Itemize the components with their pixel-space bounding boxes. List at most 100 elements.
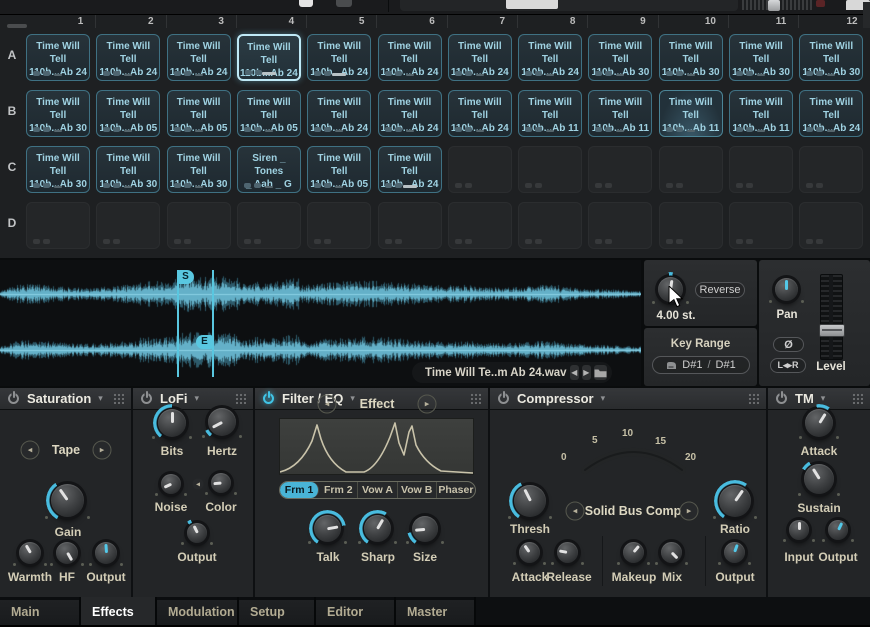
talk-knob[interactable] — [314, 515, 341, 542]
tm-input-knob[interactable] — [789, 520, 809, 540]
pan-knob[interactable] — [775, 278, 798, 301]
pad-C3[interactable]: Time Will Tell110b...Ab 30 — [167, 146, 231, 193]
start-marker-flag[interactable]: S — [177, 270, 194, 284]
tm-attack-knob[interactable] — [805, 409, 833, 437]
pad-A7[interactable]: Time Will Tell110b...Ab 24 — [448, 34, 512, 81]
drag-handle-icon[interactable] — [748, 393, 759, 404]
makeup-knob[interactable] — [623, 542, 644, 563]
drag-handle-icon[interactable] — [470, 393, 481, 404]
sharp-knob[interactable] — [364, 515, 391, 542]
tab-modulation[interactable]: Modulation — [157, 597, 239, 625]
pad-D10[interactable] — [659, 202, 723, 249]
color-knob[interactable] — [211, 473, 231, 493]
record-indicator[interactable] — [816, 0, 825, 7]
start-marker-line[interactable] — [177, 270, 179, 377]
pad-B3[interactable]: Time Will Tell110b...Ab 05 — [167, 90, 231, 137]
end-marker-flag[interactable]: E — [196, 335, 213, 349]
pad-A4[interactable]: Time Will Tell110b...Ab 24 — [237, 34, 301, 81]
pad-D4[interactable] — [237, 202, 301, 249]
tm-sustain-knob[interactable] — [804, 464, 834, 494]
reverse-button[interactable]: Reverse — [695, 282, 745, 298]
phase-invert-button[interactable]: Ø — [773, 337, 804, 352]
power-icon[interactable] — [497, 392, 510, 405]
next-mode-button[interactable]: ▸ — [680, 502, 699, 521]
folder-icon[interactable] — [594, 365, 607, 380]
pad-B10[interactable]: Time Will Tell110b...Ab 11 — [659, 90, 723, 137]
pad-C9[interactable] — [588, 146, 652, 193]
pad-B1[interactable]: Time Will Tell110b...Ab 30 — [26, 90, 90, 137]
master-level-handle[interactable] — [768, 0, 780, 11]
power-icon[interactable] — [262, 392, 275, 405]
gain-knob[interactable] — [51, 484, 84, 517]
next-mode-button[interactable]: ▸ — [418, 395, 437, 414]
pad-D1[interactable] — [26, 202, 90, 249]
pad-A5[interactable]: Time Will Tell110b...Ab 24 — [307, 34, 371, 81]
waveform-display[interactable]: S E Time Will Te..m Ab 24.wav ◀ ▶ — [0, 260, 641, 386]
noise-color-link[interactable]: ◂ — [193, 479, 204, 490]
drag-handle-icon[interactable] — [852, 393, 863, 404]
pad-A12[interactable]: Time Will Tell110b...Ab 30 — [799, 34, 863, 81]
pad-C2[interactable]: Time Will Tell110b...Ab 30 — [96, 146, 160, 193]
pad-A3[interactable]: Time Will Tell110b...Ab 24 — [167, 34, 231, 81]
power-icon[interactable] — [140, 392, 153, 405]
pad-B11[interactable]: Time Will Tell110b...Ab 11 — [729, 90, 793, 137]
pad-B4[interactable]: Time Will Tell110b...Ab 05 — [237, 90, 301, 137]
pad-D5[interactable] — [307, 202, 371, 249]
pad-A8[interactable]: Time Will Tell110b...Ab 24 — [518, 34, 582, 81]
pad-D11[interactable] — [729, 202, 793, 249]
pad-D12[interactable] — [799, 202, 863, 249]
row-drag-handle[interactable] — [7, 24, 27, 28]
hertz-knob[interactable] — [208, 408, 236, 436]
pad-D2[interactable] — [96, 202, 160, 249]
level-fader[interactable] — [820, 274, 843, 360]
pad-B6[interactable]: Time Will Tell110b...Ab 24 — [378, 90, 442, 137]
pad-B5[interactable]: Time Will Tell110b...Ab 24 — [307, 90, 371, 137]
power-icon[interactable] — [775, 392, 788, 405]
pad-B9[interactable]: Time Will Tell110b...Ab 11 — [588, 90, 652, 137]
pad-C4[interactable]: Siren _ Tones_ Aah _ G — [237, 146, 301, 193]
toolbar-select-partial[interactable] — [506, 0, 558, 9]
pad-A9[interactable]: Time Will Tell110b...Ab 30 — [588, 34, 652, 81]
sat-output-knob[interactable] — [95, 542, 117, 564]
key-range-value[interactable]: D#1 / D#1 — [652, 356, 750, 374]
pad-B7[interactable]: Time Will Tell110b...Ab 24 — [448, 90, 512, 137]
prev-mode-button[interactable]: ◂ — [566, 502, 585, 521]
tab-setup[interactable]: Setup — [239, 597, 316, 625]
pad-A1[interactable]: Time Will Tell110b...Ab 24 — [26, 34, 90, 81]
pad-B2[interactable]: Time Will Tell110b...Ab 05 — [96, 90, 160, 137]
hf-knob[interactable] — [56, 542, 78, 564]
tab-editor[interactable]: Editor — [316, 597, 396, 625]
filter-tab-frm-1[interactable]: Frm 1 — [280, 482, 319, 498]
pad-C11[interactable] — [729, 146, 793, 193]
warmth-knob[interactable] — [19, 542, 41, 564]
filter-tab-vow-a[interactable]: Vow A — [358, 482, 397, 498]
pad-D8[interactable] — [518, 202, 582, 249]
pad-B12[interactable]: Time Will Tell110b...Ab 24 — [799, 90, 863, 137]
lofi-output-knob[interactable] — [187, 523, 207, 543]
end-marker-line[interactable] — [212, 270, 214, 377]
pad-C5[interactable]: Time Will Tell110b...Ab 05 — [307, 146, 371, 193]
toolbar-button-partial[interactable] — [299, 0, 313, 7]
ratio-knob[interactable] — [719, 485, 751, 517]
pad-C8[interactable] — [518, 146, 582, 193]
tm-output-knob[interactable] — [828, 520, 848, 540]
saturation-header[interactable]: Saturation ▾ — [0, 388, 131, 410]
pad-D3[interactable] — [167, 202, 231, 249]
filter-tab-frm-2[interactable]: Frm 2 — [319, 482, 358, 498]
toolbar-dropdown-partial[interactable] — [400, 0, 738, 11]
pad-B8[interactable]: Time Will Tell110b...Ab 11 — [518, 90, 582, 137]
tab-master[interactable]: Master — [396, 597, 476, 625]
comp-release-knob[interactable] — [557, 542, 578, 563]
pad-C12[interactable] — [799, 146, 863, 193]
filter-tab-phaser[interactable]: Phaser — [437, 482, 475, 498]
bits-knob[interactable] — [158, 409, 186, 437]
stereo-spread-button[interactable]: L◂▸R — [770, 358, 806, 373]
prev-mode-button[interactable]: ◂ — [21, 441, 40, 460]
noise-knob[interactable] — [161, 474, 181, 494]
pad-C1[interactable]: Time Will Tell110b...Ab 30 — [26, 146, 90, 193]
next-mode-button[interactable]: ▸ — [93, 441, 112, 460]
next-sample-button[interactable]: ▶ — [582, 365, 591, 380]
comp-attack-knob[interactable] — [519, 542, 540, 563]
tab-effects[interactable]: Effects — [81, 597, 157, 625]
mix-knob[interactable] — [661, 542, 682, 563]
